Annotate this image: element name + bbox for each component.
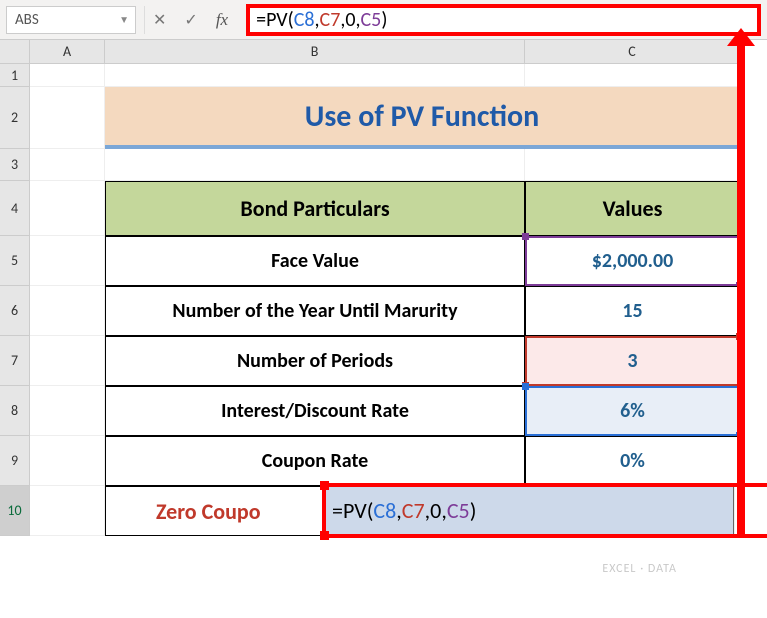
value-text: 3 <box>627 349 637 373</box>
enter-icon[interactable]: ✓ <box>184 10 197 30</box>
watermark: EXCEL · DATA <box>602 562 677 576</box>
col-header-c[interactable]: C <box>525 40 740 64</box>
row-header-1[interactable]: 1 <box>0 64 30 87</box>
value-periods[interactable]: 3 <box>525 336 740 386</box>
column-headers: A B C <box>30 40 740 64</box>
formula-arg3: 0 <box>345 8 355 32</box>
edit-a1: C8 <box>373 497 396 524</box>
cancel-icon[interactable]: ✕ <box>153 10 166 30</box>
label-coupon[interactable]: Coupon Rate <box>105 436 525 486</box>
edit-a3: 0 <box>430 497 441 524</box>
col-header-a[interactable]: A <box>30 40 105 64</box>
row-header-2[interactable]: 2 <box>0 87 30 149</box>
row-header-7[interactable]: 7 <box>0 336 30 386</box>
edit-close: ) <box>470 497 477 524</box>
formula-arg2: C7 <box>320 8 341 32</box>
edit-prefix: =PV( <box>332 497 373 524</box>
label-text: Number of Periods <box>237 349 393 373</box>
cell[interactable] <box>30 386 105 436</box>
cell[interactable] <box>30 486 105 536</box>
formula-fn: PV <box>266 8 288 32</box>
value-rate[interactable]: 6% <box>525 386 740 436</box>
row-header-6[interactable]: 6 <box>0 286 30 336</box>
header-particulars[interactable]: Bond Particulars <box>105 181 525 236</box>
formula-arg1: C8 <box>294 8 315 32</box>
cell[interactable] <box>30 181 105 236</box>
value-text: 0% <box>620 449 645 473</box>
label-text: Interest/Discount Rate <box>221 399 409 423</box>
fx-icon[interactable]: fx <box>216 10 228 30</box>
select-all-corner[interactable] <box>0 40 30 64</box>
label-text: Zero Coupo <box>156 498 261 525</box>
cell[interactable] <box>30 64 105 87</box>
row-header-10[interactable]: 10 <box>0 486 30 536</box>
label-text: Face Value <box>271 249 359 273</box>
row-header-3[interactable]: 3 <box>0 149 30 181</box>
separator <box>144 6 145 34</box>
row-header-8[interactable]: 8 <box>0 386 30 436</box>
label-years[interactable]: Number of the Year Until Marurity <box>105 286 525 336</box>
label-text: Coupon Rate <box>262 449 369 473</box>
cell[interactable] <box>30 336 105 386</box>
header-values-text: Values <box>603 195 663 222</box>
value-text: $2,000.00 <box>592 249 673 273</box>
formula-bar: ABS ▼ ✕ ✓ fx = PV ( C8 , C7 , 0 , C5 ) <box>0 0 767 40</box>
cell[interactable] <box>30 149 105 181</box>
cell[interactable] <box>525 64 740 87</box>
cell[interactable] <box>105 64 525 87</box>
row-header-4[interactable]: 4 <box>0 181 30 236</box>
header-values[interactable]: Values <box>525 181 740 236</box>
name-box-value: ABS <box>15 11 39 29</box>
formula-bar-icons: ✕ ✓ fx <box>153 10 228 30</box>
label-periods[interactable]: Number of Periods <box>105 336 525 386</box>
value-text: 6% <box>620 399 645 423</box>
cell[interactable] <box>30 436 105 486</box>
cell[interactable] <box>525 149 740 181</box>
title-text: Use of PV Function <box>305 98 540 135</box>
annotation-arrow-icon <box>737 44 745 538</box>
cell[interactable] <box>30 286 105 336</box>
formula-input[interactable]: = PV ( C8 , C7 , 0 , C5 ) <box>246 4 761 36</box>
cell[interactable] <box>30 87 105 149</box>
label-text: Number of the Year Until Marurity <box>172 299 457 323</box>
chevron-down-icon[interactable]: ▼ <box>119 13 129 26</box>
cell[interactable] <box>30 236 105 286</box>
col-header-b[interactable]: B <box>105 40 525 64</box>
row-headers: 1 2 3 4 5 6 7 8 9 10 <box>0 64 30 536</box>
value-face-value[interactable]: $2,000.00 <box>525 236 740 286</box>
formula-eq: = <box>256 8 266 32</box>
label-rate[interactable]: Interest/Discount Rate <box>105 386 525 436</box>
value-years[interactable]: 15 <box>525 286 740 336</box>
title-cell[interactable]: Use of PV Function <box>105 87 740 149</box>
value-text: 15 <box>622 299 642 323</box>
name-box[interactable]: ABS ▼ <box>6 6 136 34</box>
edit-a2: C7 <box>402 497 425 524</box>
value-coupon[interactable]: 0% <box>525 436 740 486</box>
header-particulars-text: Bond Particulars <box>240 195 389 222</box>
formula-close: ) <box>381 8 387 32</box>
edit-a4: C5 <box>447 497 470 524</box>
label-face-value[interactable]: Face Value <box>105 236 525 286</box>
editing-cell[interactable]: =PV( C8 , C7 , 0 , C5 ) <box>325 486 735 536</box>
cell[interactable] <box>105 149 525 181</box>
formula-arg4: C5 <box>361 8 382 32</box>
editing-cell-content[interactable]: =PV( C8 , C7 , 0 , C5 ) <box>325 486 734 535</box>
row-header-9[interactable]: 9 <box>0 436 30 486</box>
row-header-5[interactable]: 5 <box>0 236 30 286</box>
